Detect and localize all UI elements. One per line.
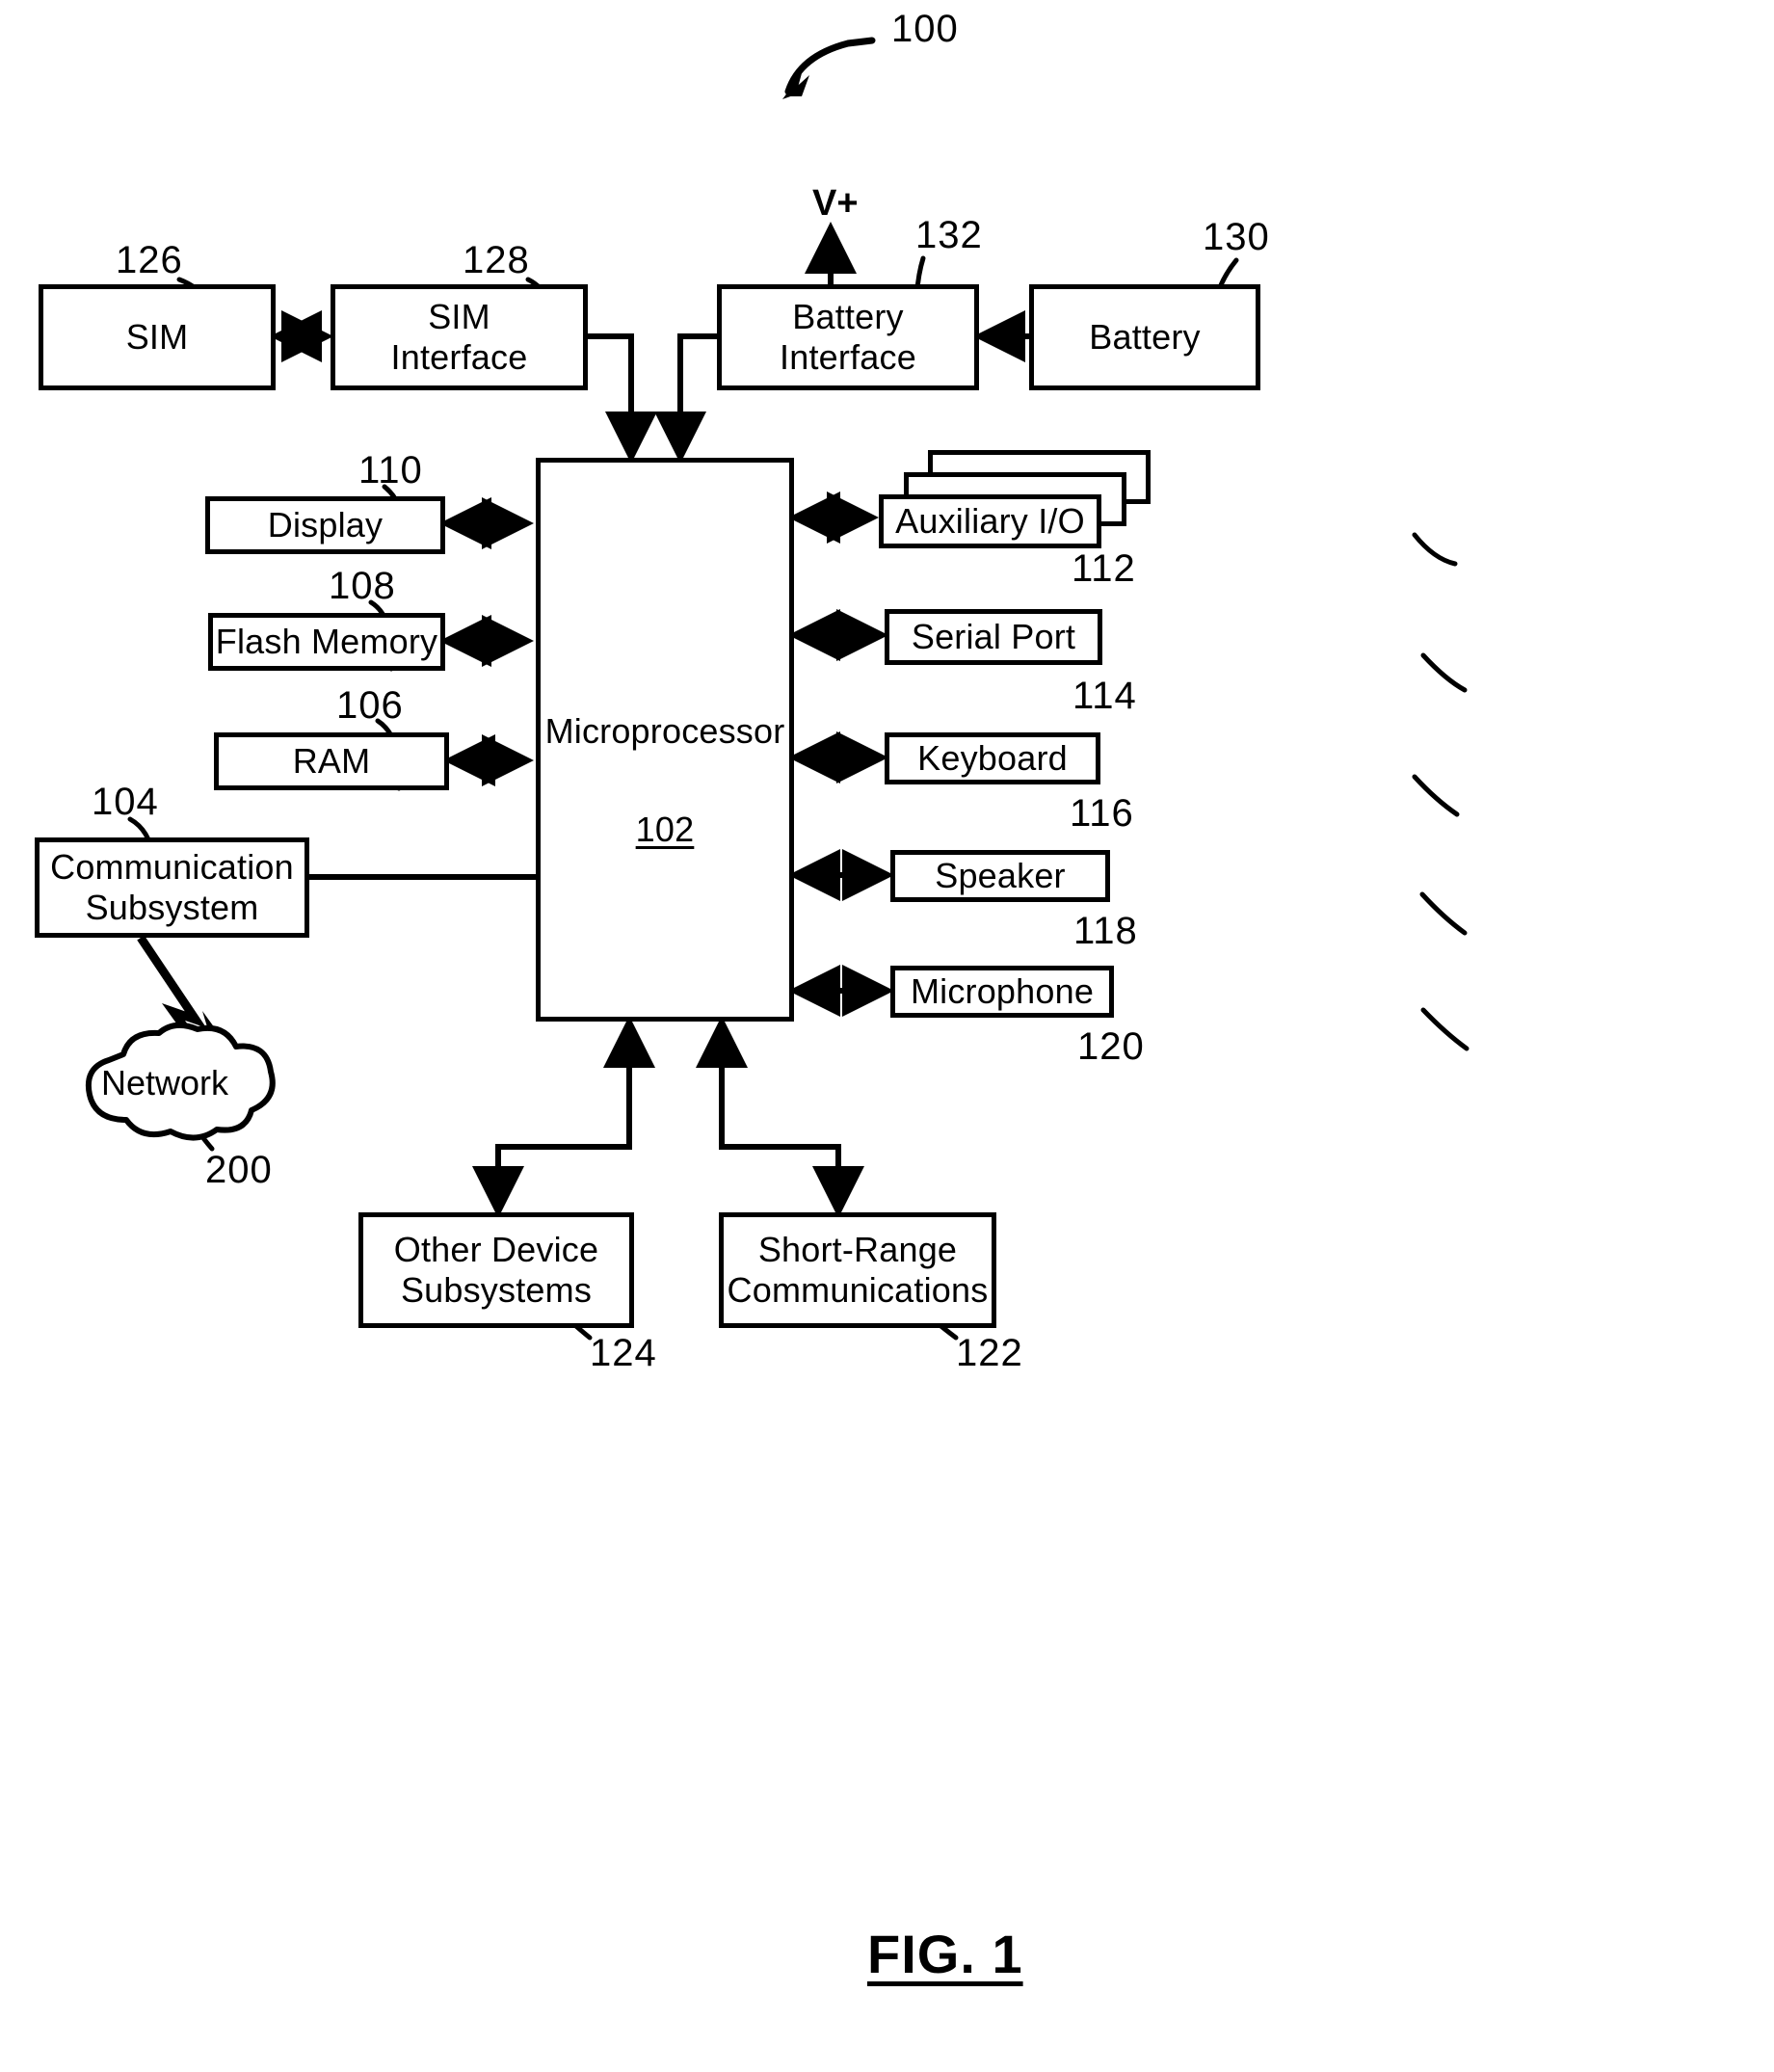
block-battery[interactable]: Battery (1029, 284, 1260, 390)
power-rail-label: V+ (812, 183, 859, 224)
block-microprocessor-label: Microprocessor (544, 711, 785, 751)
block-sim-interface-label-line2: Interface (390, 337, 528, 377)
figure-caption: FIG. 1 (867, 1924, 1023, 1984)
block-keyboard-label: Keyboard (917, 738, 1068, 779)
block-communication-subsystem[interactable]: Communication Subsystem (35, 837, 309, 938)
block-network-label: Network (101, 1063, 229, 1102)
block-speaker[interactable]: Speaker (890, 850, 1110, 902)
block-display[interactable]: Display (205, 496, 445, 554)
ref-numeral-114: 114 (1072, 675, 1137, 717)
block-battery-interface-label-line2: Interface (780, 337, 916, 377)
ref-numeral-116: 116 (1070, 792, 1134, 835)
block-flash-memory-label: Flash Memory (215, 622, 438, 662)
block-microprocessor-ref-tag: 102 (635, 809, 695, 849)
block-microphone[interactable]: Microphone (890, 966, 1114, 1018)
ref-numeral-110: 110 (358, 449, 423, 491)
block-display-label: Display (267, 505, 384, 545)
block-microprocessor[interactable]: Microprocessor 102 (536, 458, 794, 1022)
block-battery-interface[interactable]: Battery Interface (717, 284, 979, 390)
block-battery-label: Battery (1089, 317, 1201, 358)
ref-numeral-100: 100 (891, 8, 959, 50)
ref-numeral-200: 200 (205, 1149, 273, 1191)
block-speaker-label: Speaker (935, 856, 1066, 896)
block-sim-interface[interactable]: SIM Interface (331, 284, 588, 390)
block-flash-memory[interactable]: Flash Memory (208, 613, 445, 671)
block-short-range-communications-label-line1: Short-Range (757, 1230, 958, 1270)
block-short-range-communications[interactable]: Short-Range Communications (719, 1212, 996, 1328)
block-communication-subsystem-label-line2: Subsystem (85, 888, 259, 927)
block-auxiliary-io-label: Auxiliary I/O (895, 501, 1085, 542)
ref-numeral-108: 108 (329, 565, 396, 607)
block-ram-label: RAM (292, 741, 371, 782)
block-battery-interface-label-line1: Battery (792, 297, 904, 337)
ref-numeral-122: 122 (956, 1332, 1023, 1374)
patent-figure: 100 V+ SIM 126 SIM Interface 128 Battery… (0, 0, 1774, 2072)
ref-numeral-106: 106 (336, 684, 404, 727)
ref-numeral-128: 128 (463, 239, 530, 281)
block-keyboard[interactable]: Keyboard (885, 732, 1100, 784)
block-ram[interactable]: RAM (214, 732, 449, 790)
ref-numeral-130: 130 (1203, 216, 1270, 258)
block-short-range-communications-label-line2: Communications (727, 1270, 989, 1310)
ref-numeral-124: 124 (590, 1332, 657, 1374)
ref-numeral-126: 126 (116, 239, 183, 281)
block-microphone-label: Microphone (910, 971, 1095, 1012)
block-sim-label: SIM (125, 317, 189, 358)
block-sim-interface-label-line1: SIM (428, 297, 490, 337)
block-other-device-subsystems-label-line2: Subsystems (400, 1270, 593, 1310)
block-auxiliary-io[interactable]: Auxiliary I/O (879, 494, 1101, 548)
ref-numeral-132: 132 (915, 214, 983, 256)
block-sim[interactable]: SIM (39, 284, 276, 390)
ref-numeral-112: 112 (1072, 547, 1136, 590)
ref-numeral-120: 120 (1077, 1025, 1145, 1068)
block-other-device-subsystems[interactable]: Other Device Subsystems (358, 1212, 634, 1328)
ref-numeral-118: 118 (1073, 910, 1138, 952)
block-communication-subsystem-label-line1: Communication (50, 847, 294, 888)
block-serial-port[interactable]: Serial Port (885, 609, 1102, 665)
ref-numeral-104: 104 (92, 781, 159, 823)
block-other-device-subsystems-label-line1: Other Device (393, 1230, 599, 1270)
block-serial-port-label: Serial Port (911, 617, 1076, 657)
